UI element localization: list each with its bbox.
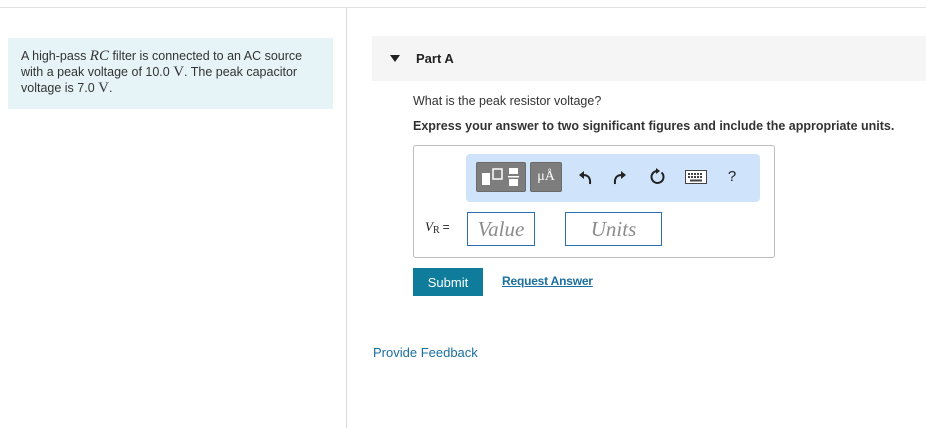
question-text: What is the peak resistor voltage?: [413, 94, 602, 108]
variable-subscript: R: [432, 225, 440, 236]
problem-text-start: A high-pass: [21, 49, 90, 63]
part-a-header[interactable]: Part A: [372, 36, 926, 81]
problem-statement: A high-pass RC filter is connected to an…: [8, 38, 333, 109]
templates-icon[interactable]: [476, 162, 526, 192]
column-divider: [346, 8, 347, 428]
problem-text-end: .: [108, 81, 113, 95]
redo-icon[interactable]: [609, 166, 629, 188]
equals-sign: =: [442, 220, 450, 234]
unit-volt-2: V: [98, 80, 109, 96]
caret-down-icon[interactable]: [390, 55, 400, 62]
submit-button[interactable]: Submit: [413, 268, 483, 296]
undo-icon[interactable]: [576, 166, 596, 188]
units-icon[interactable]: μÅ: [530, 162, 562, 192]
math-toolbar: μÅ ?: [466, 154, 760, 202]
value-input[interactable]: [467, 212, 535, 246]
request-answer-link[interactable]: Request Answer: [502, 274, 593, 288]
top-rule: [0, 7, 926, 8]
keyboard-icon[interactable]: [684, 168, 708, 186]
part-title: Part A: [416, 51, 454, 66]
unit-volt-1: V: [173, 64, 185, 80]
help-icon[interactable]: ?: [722, 164, 742, 188]
instruction-text: Express your answer to two significant f…: [413, 119, 895, 133]
variable-symbol: V: [425, 219, 433, 234]
rc-symbol: RC: [89, 48, 109, 64]
provide-feedback-link[interactable]: Provide Feedback: [373, 345, 478, 360]
answer-variable: VR =: [425, 219, 450, 236]
reset-icon[interactable]: [646, 166, 668, 188]
answer-box: μÅ ? VR =: [413, 145, 775, 258]
units-input[interactable]: [565, 212, 662, 246]
